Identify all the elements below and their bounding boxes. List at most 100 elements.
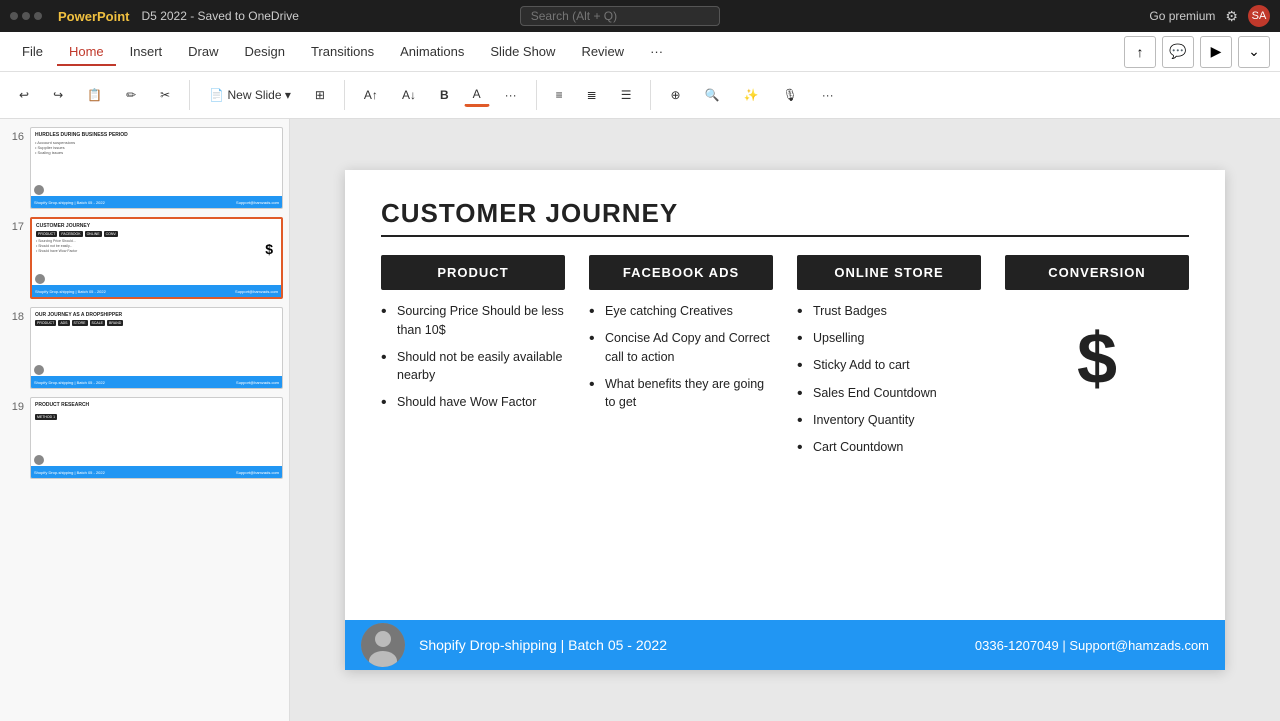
bullet-product-2: • Should not be easily available nearby bbox=[381, 348, 565, 386]
bullet-fb-3: • What benefits they are going to get bbox=[589, 375, 773, 413]
tab-slideshow[interactable]: Slide Show bbox=[478, 38, 567, 65]
slide-thumb-16[interactable]: 16 HURDLES DURING BUSINESS PERIOD • Acco… bbox=[6, 127, 283, 209]
tab-review[interactable]: Review bbox=[569, 38, 636, 65]
dot-1 bbox=[10, 12, 18, 20]
bullet-product-3: • Should have Wow Factor bbox=[381, 393, 565, 412]
numbering-btn[interactable]: ≣ bbox=[578, 84, 606, 106]
slide-19-title: PRODUCT RESEARCH bbox=[35, 402, 278, 408]
search-input[interactable] bbox=[520, 6, 720, 26]
find-btn[interactable]: 🔍 bbox=[696, 84, 729, 106]
bullet-os-dot-5: • bbox=[797, 411, 807, 430]
col-header-product: PRODUCT bbox=[381, 255, 565, 290]
slide-16-bar-text: Shopify Drop-shipping | Batch 05 - 2022 bbox=[34, 200, 105, 205]
settings-icon[interactable]: ⚙ bbox=[1225, 8, 1238, 25]
slide-16-title: HURDLES DURING BUSINESS PERIOD bbox=[35, 132, 278, 138]
account-icon[interactable]: SA bbox=[1248, 5, 1270, 27]
bullet-dot-3: • bbox=[381, 393, 391, 412]
redo-btn[interactable]: ↪ bbox=[44, 84, 72, 106]
tab-animations[interactable]: Animations bbox=[388, 38, 476, 65]
col-bullets-online: • Trust Badges • Upselling • Sticky Add … bbox=[797, 302, 981, 465]
slide-17-bar-contact: Support@hamzads.com bbox=[235, 289, 278, 294]
slide-18-box-4: SCALE bbox=[90, 320, 105, 326]
slide-16-bar: Shopify Drop-shipping | Batch 05 - 2022 … bbox=[31, 196, 282, 208]
font-size-up-btn[interactable]: A↑ bbox=[355, 84, 387, 106]
slide-preview-16[interactable]: HURDLES DURING BUSINESS PERIOD • Account… bbox=[30, 127, 283, 209]
col-bullets-product: • Sourcing Price Should be less than 10$… bbox=[381, 302, 565, 420]
sep-3 bbox=[536, 80, 537, 110]
tab-design[interactable]: Design bbox=[233, 38, 297, 65]
footer-contact: 0336-1207049 | Support@hamzads.com bbox=[975, 638, 1209, 653]
present-btn[interactable]: ▶ bbox=[1200, 36, 1232, 68]
col-header-conversion: CONVERSION bbox=[1005, 255, 1189, 290]
tab-draw[interactable]: Draw bbox=[176, 38, 230, 65]
slide-thumb-18[interactable]: 18 OUR JOURNEY AS A DROPSHIPPER PRODUCT … bbox=[6, 307, 283, 389]
cut-btn[interactable]: ✂ bbox=[151, 84, 179, 106]
arrange-btn[interactable]: ⊕ bbox=[661, 84, 689, 106]
bullet-fb-1: • Eye catching Creatives bbox=[589, 302, 773, 321]
undo-btn[interactable]: ↩ bbox=[10, 84, 38, 106]
slide-18-boxes: PRODUCT ADS STORE SCALE BRAND bbox=[35, 320, 278, 326]
slide-18-box-1: PRODUCT bbox=[35, 320, 56, 326]
ribbon-right-actions: ↑ 💬 ▶ ⌄ bbox=[1124, 36, 1270, 68]
slide-preview-19[interactable]: PRODUCT RESEARCH METHOD 1 Shopify Drop-s… bbox=[30, 397, 283, 479]
slide-17-bar: Shopify Drop-shipping | Batch 05 - 2022 … bbox=[32, 285, 281, 297]
bullet-dot-2: • bbox=[381, 348, 391, 367]
font-size-down-btn[interactable]: A↓ bbox=[393, 84, 425, 106]
tab-file[interactable]: File bbox=[10, 38, 55, 65]
slide-19-avatar bbox=[34, 455, 44, 465]
col-header-online: ONLINE STORE bbox=[797, 255, 981, 290]
bullet-os-dot-6: • bbox=[797, 438, 807, 457]
slide-main: CUSTOMER JOURNEY PRODUCT • Sourcing Pric… bbox=[345, 170, 1225, 670]
replace-btn[interactable]: ✨ bbox=[735, 84, 768, 106]
go-premium-btn[interactable]: Go premium bbox=[1149, 9, 1215, 23]
col-product: PRODUCT • Sourcing Price Should be less … bbox=[381, 255, 565, 604]
slide-num-19: 19 bbox=[6, 397, 24, 413]
voice-btn[interactable]: 🎙 bbox=[773, 84, 806, 106]
dot-2 bbox=[22, 12, 30, 20]
slide-preview-18[interactable]: OUR JOURNEY AS A DROPSHIPPER PRODUCT ADS… bbox=[30, 307, 283, 389]
main-area: 16 HURDLES DURING BUSINESS PERIOD • Acco… bbox=[0, 119, 1280, 721]
bullet-os-6: • Cart Countdown bbox=[797, 438, 981, 457]
new-slide-btn[interactable]: 📄 New Slide ▾ bbox=[200, 84, 300, 106]
file-name: D5 2022 - Saved to OneDrive bbox=[142, 9, 299, 23]
slide-17-box-3: ONLINE bbox=[85, 231, 102, 237]
slide-preview-17[interactable]: CUSTOMER JOURNEY PRODUCT FACEBOOK ONLINE… bbox=[30, 217, 283, 299]
slide-num-18: 18 bbox=[6, 307, 24, 323]
ribbon-tabs: File Home Insert Draw Design Transitions… bbox=[0, 32, 1280, 72]
font-color-btn[interactable]: A bbox=[464, 83, 490, 107]
bullet-text-3: Should have Wow Factor bbox=[397, 393, 536, 412]
layout-btn[interactable]: ⊞ bbox=[306, 84, 334, 106]
tab-transitions[interactable]: Transitions bbox=[299, 38, 386, 65]
more-font-btn[interactable]: ··· bbox=[496, 84, 526, 106]
clipboard-btn[interactable]: 📋 bbox=[78, 84, 111, 106]
slide-18-bar-contact: Support@hamzads.com bbox=[236, 380, 279, 385]
col-online-store: ONLINE STORE • Trust Badges • Upselling bbox=[797, 255, 981, 604]
slide-18-bar-text: Shopify Drop-shipping | Batch 05 - 2022 bbox=[34, 380, 105, 385]
share-btn[interactable]: ↑ bbox=[1124, 36, 1156, 68]
slide-thumb-19[interactable]: 19 PRODUCT RESEARCH METHOD 1 Shopify Dro… bbox=[6, 397, 283, 479]
more-tools-btn[interactable]: ··· bbox=[813, 84, 843, 106]
title-bar-right: Go premium ⚙ SA bbox=[1149, 5, 1270, 27]
comments-btn[interactable]: 💬 bbox=[1162, 36, 1194, 68]
tab-home[interactable]: Home bbox=[57, 38, 116, 65]
slide-17-dollar: $ bbox=[265, 241, 273, 257]
align-btn[interactable]: ☰ bbox=[612, 84, 641, 106]
bullets-btn[interactable]: ≡ bbox=[547, 84, 572, 106]
format-painter-btn[interactable]: ✏ bbox=[117, 84, 145, 106]
dollar-symbol: $ bbox=[1005, 318, 1189, 400]
slide-thumb-17[interactable]: 17 CUSTOMER JOURNEY PRODUCT FACEBOOK ONL… bbox=[6, 217, 283, 299]
slide-18-avatar bbox=[34, 365, 44, 375]
tab-insert[interactable]: Insert bbox=[118, 38, 175, 65]
tab-more[interactable]: ··· bbox=[638, 38, 675, 65]
dot-3 bbox=[34, 12, 42, 20]
slide-columns: PRODUCT • Sourcing Price Should be less … bbox=[381, 255, 1189, 604]
bullet-os-text-4: Sales End Countdown bbox=[813, 384, 937, 403]
more-btn[interactable]: ⌄ bbox=[1238, 36, 1270, 68]
bullet-os-text-1: Trust Badges bbox=[813, 302, 887, 321]
slide-17-content: • Sourcing Price Should...• Should not b… bbox=[36, 239, 277, 254]
slide-16-content: • Account suspensions• Supplier issues• … bbox=[35, 140, 278, 155]
bullet-os-text-3: Sticky Add to cart bbox=[813, 356, 910, 375]
bold-btn[interactable]: B bbox=[431, 84, 458, 106]
slide-19-box: METHOD 1 bbox=[35, 414, 57, 420]
slide-18-title: OUR JOURNEY AS A DROPSHIPPER bbox=[35, 312, 278, 318]
